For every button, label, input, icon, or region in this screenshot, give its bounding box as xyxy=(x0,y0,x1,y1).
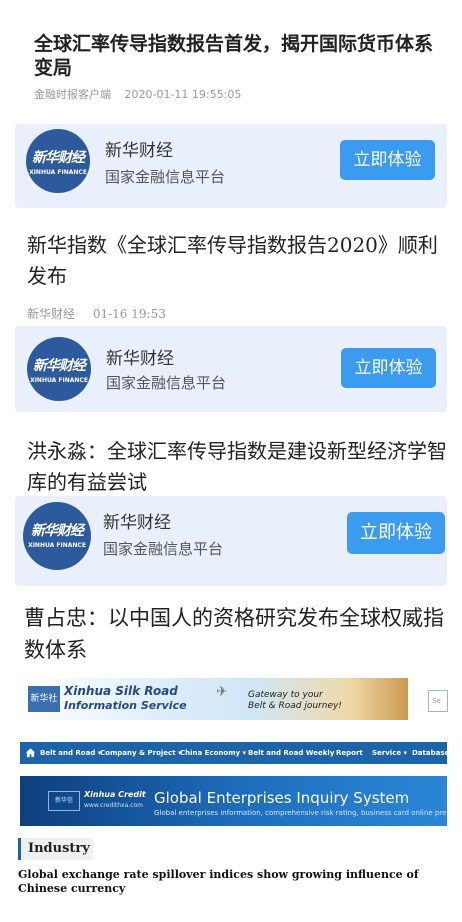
search-input[interactable]: Se xyxy=(428,690,448,712)
try-now-button[interactable]: 立即体验 xyxy=(341,348,436,388)
banner-subtitle: 国家金融信息平台 xyxy=(103,540,224,558)
section-headline[interactable]: 曹占忠：以中国人的资格研究发布全球权威指数体系 xyxy=(24,602,448,666)
promo-banner[interactable]: 新华财经 XINHUA FINANCE 新华财经 国家金融信息平台 立即体验 xyxy=(15,326,447,412)
xinhua-logo: 新华社 xyxy=(28,686,60,712)
credit-banner[interactable]: 新华信 Xinhua Credit www.credithxa.com Glob… xyxy=(20,776,447,826)
industry-headline[interactable]: Global exchange rate spillover indices s… xyxy=(18,868,438,896)
nav-item-service[interactable]: Service ▾ xyxy=(372,749,407,757)
section-headline[interactable]: 新华指数《全球汇率传导指数报告2020》顺利发布 xyxy=(27,230,447,292)
section-headline[interactable]: 洪永淼：全球汇率传导指数是建设新型经济学智库的有益尝试 xyxy=(27,436,447,498)
nav-item-belt-and-road[interactable]: Belt and Road ▾ xyxy=(40,749,101,757)
banner-name: 新华财经 xyxy=(103,513,171,533)
home-icon[interactable] xyxy=(25,747,36,758)
silk-road-title: Xinhua Silk Road xyxy=(64,684,178,698)
section-source: 新华财经 xyxy=(27,307,76,321)
industry-label: Industry xyxy=(18,838,93,860)
credit-title: Global Enterprises Inquiry System xyxy=(154,789,410,807)
nav-item-database[interactable]: Database xyxy=(412,749,449,757)
xinhua-finance-logo: 新华财经 XINHUA FINANCE xyxy=(23,502,91,570)
article-source: 金融时报客户端 xyxy=(34,88,111,101)
silk-road-slogan: Gateway to your Belt & Road journey! xyxy=(248,690,342,711)
silk-road-subtitle: Information Service xyxy=(64,699,187,712)
article-title: 全球汇率传导指数报告首发，揭开国际货币体系变局 xyxy=(34,33,434,79)
xinhua-credit-logo: 新华信 xyxy=(48,791,80,811)
credit-url: www.credithxa.com xyxy=(84,802,143,809)
nav-item-belt-and-road-weekly[interactable]: Belt and Road Weekly xyxy=(248,749,334,757)
banner-subtitle: 国家金融信息平台 xyxy=(106,374,227,392)
nav-item-report[interactable]: Report xyxy=(336,749,363,757)
site-nav: Belt and Road ▾ Company & Project ▾ Chin… xyxy=(20,742,449,764)
promo-banner[interactable]: 新华财经 XINHUA FINANCE 新华财经 国家金融信息平台 立即体验 xyxy=(15,496,447,586)
nav-item-company-project[interactable]: Company & Project ▾ xyxy=(100,749,181,757)
airplane-icon: ✈ xyxy=(216,684,228,700)
try-now-button[interactable]: 立即体验 xyxy=(340,140,435,180)
section-time: 01-16 19:53 xyxy=(92,307,166,321)
xinhua-finance-logo: 新华财经 XINHUA FINANCE xyxy=(26,129,90,193)
credit-subtitle: Global enterprises information, comprehe… xyxy=(154,809,447,817)
banner-name: 新华财经 xyxy=(105,141,173,161)
credit-name: Xinhua Credit xyxy=(84,790,146,799)
nav-item-china-economy[interactable]: China Economy ▾ xyxy=(180,749,246,757)
silk-road-banner[interactable]: 新华社 Xinhua Silk Road Information Service… xyxy=(20,678,408,720)
promo-banner[interactable]: 新华财经 XINHUA FINANCE 新华财经 国家金融信息平台 立即体验 xyxy=(15,124,447,208)
try-now-button[interactable]: 立即体验 xyxy=(347,512,445,554)
xinhua-finance-logo: 新华财经 XINHUA FINANCE xyxy=(27,337,91,401)
banner-subtitle: 国家金融信息平台 xyxy=(105,168,226,186)
section-meta: 新华财经 01-16 19:53 xyxy=(27,305,166,322)
article-datetime: 2020-01-11 19:55:05 xyxy=(124,88,242,101)
article-meta: 金融时报客户端 2020-01-11 19:55:05 xyxy=(34,86,251,102)
banner-name: 新华财经 xyxy=(106,349,174,369)
